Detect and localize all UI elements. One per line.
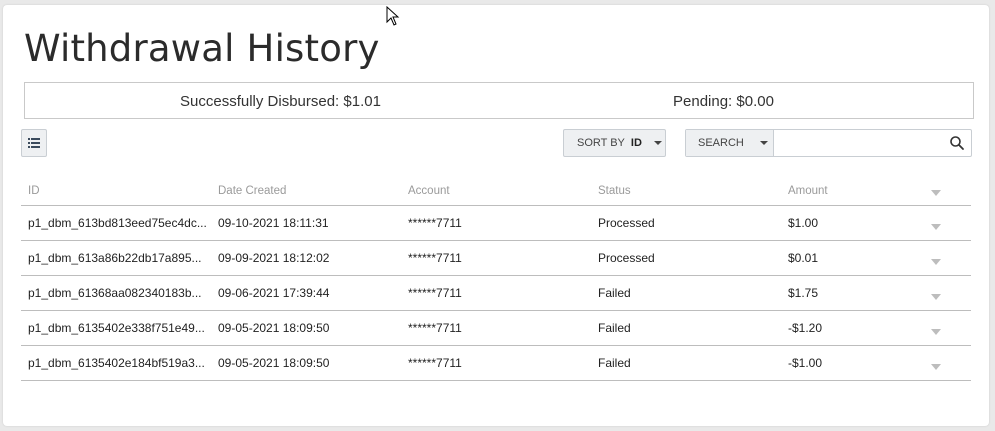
header-date-created[interactable]: Date Created (218, 185, 286, 197)
chevron-down-icon (759, 141, 768, 145)
cell-account: ******7711 (408, 321, 462, 335)
expand-row-icon[interactable] (931, 359, 941, 373)
cell-id: p1_dbm_613bd813eed75ec4dc... (28, 216, 207, 230)
cell-date: 09-06-2021 17:39:44 (218, 286, 330, 300)
search-type-label: SEARCH (698, 137, 744, 149)
cell-account: ******7711 (408, 216, 462, 230)
cell-id: p1_dbm_613a86b22db17a895... (28, 251, 202, 265)
header-id[interactable]: ID (28, 185, 208, 197)
table-row[interactable]: p1_dbm_61368aa082340183b... 09-06-2021 1… (21, 276, 971, 311)
expand-row-icon[interactable] (931, 219, 941, 233)
header-status[interactable]: Status (598, 185, 631, 197)
pending-total: Pending: $0.00 (673, 93, 774, 110)
search-icon[interactable] (949, 135, 965, 151)
cell-date: 09-09-2021 18:12:02 (218, 251, 330, 265)
withdrawal-history-card: Withdrawal History Successfully Disburse… (3, 5, 989, 426)
cell-status: Failed (598, 286, 631, 300)
expand-row-icon[interactable] (931, 289, 941, 303)
expand-row-icon[interactable] (931, 254, 941, 268)
cell-status: Processed (598, 216, 655, 230)
cell-date: 09-10-2021 18:11:31 (218, 216, 329, 230)
cell-id: p1_dbm_6135402e338f751e49... (28, 321, 205, 335)
table-row[interactable]: p1_dbm_613bd813eed75ec4dc... 09-10-2021 … (21, 206, 971, 241)
withdrawals-table: ID Date Created Account Status Amount p1… (21, 177, 971, 381)
expand-all-icon[interactable] (931, 187, 941, 199)
table-row[interactable]: p1_dbm_6135402e338f751e49... 09-05-2021 … (21, 311, 971, 346)
cell-id: p1_dbm_61368aa082340183b... (28, 286, 202, 300)
cell-amount: -$1.00 (788, 356, 823, 370)
search-group: SEARCH (685, 129, 972, 157)
header-amount[interactable]: Amount (788, 185, 828, 197)
disbursed-total: Successfully Disbursed: $1.01 (180, 93, 381, 110)
cell-date: 09-05-2021 18:09:50 (218, 321, 330, 335)
cell-account: ******7711 (408, 286, 462, 300)
cell-status: Failed (598, 321, 631, 335)
list-view-button[interactable] (21, 129, 47, 157)
chevron-down-icon (653, 141, 662, 145)
search-type-dropdown[interactable]: SEARCH (686, 130, 774, 156)
sort-by-value: ID (630, 137, 642, 149)
sort-by-button[interactable]: SORT BY ID (563, 129, 666, 157)
sort-by-label: SORT BY (577, 137, 625, 149)
expand-row-icon[interactable] (931, 324, 941, 338)
cell-amount: -$1.20 (788, 321, 823, 335)
cell-status: Processed (598, 251, 655, 265)
table-header: ID Date Created Account Status Amount (21, 177, 971, 206)
cell-account: ******7711 (408, 356, 462, 370)
table-row[interactable]: p1_dbm_613a86b22db17a895... 09-09-2021 1… (21, 241, 971, 276)
cell-id: p1_dbm_6135402e184bf519a3... (28, 356, 205, 370)
summary-bar: Successfully Disbursed: $1.01 Pending: $… (24, 82, 974, 119)
cell-account: ******7711 (408, 251, 462, 265)
cell-status: Failed (598, 356, 631, 370)
header-account[interactable]: Account (408, 185, 450, 197)
cell-amount: $1.00 (788, 216, 819, 230)
table-row[interactable]: p1_dbm_6135402e184bf519a3... 09-05-2021 … (21, 346, 971, 381)
mouse-cursor-icon (386, 6, 400, 26)
cell-amount: $1.75 (788, 286, 819, 300)
cell-amount: $0.01 (788, 251, 819, 265)
list-icon (28, 138, 40, 148)
page-title: Withdrawal History (24, 27, 380, 70)
cell-date: 09-05-2021 18:09:50 (218, 356, 330, 370)
search-input[interactable] (775, 131, 939, 157)
